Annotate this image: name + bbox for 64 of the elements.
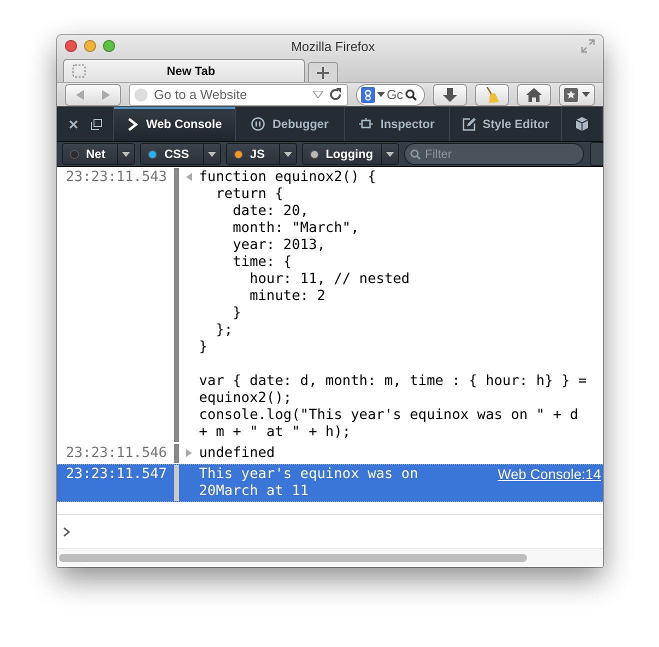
scrollbar-thumb[interactable] <box>59 554 527 562</box>
pencil-icon <box>462 117 476 131</box>
category-bar <box>174 465 179 501</box>
devtools-tab[interactable]: Inspector <box>345 107 450 141</box>
google-icon <box>360 86 375 102</box>
timestamp: 23:23:11.547 <box>64 465 168 484</box>
prompt-icon <box>63 526 70 536</box>
reload-icon[interactable] <box>328 88 342 101</box>
message-text: This year's equinox was on 20March at 11 <box>199 465 420 501</box>
caret-icon <box>582 92 590 97</box>
caret-icon <box>284 152 292 156</box>
search-field[interactable]: Gc <box>356 84 425 106</box>
timestamp: 23:23:11.543 <box>64 168 168 187</box>
url-field[interactable]: Go to a Website <box>129 84 348 106</box>
new-tab-button[interactable] <box>308 62 338 82</box>
filter-button[interactable]: JS <box>226 143 297 165</box>
down-arrow-icon <box>443 88 457 102</box>
pause-icon <box>251 117 266 131</box>
message-text: undefined <box>199 444 275 463</box>
right-triangle-icon <box>186 449 192 457</box>
caret-icon <box>376 92 385 97</box>
back-icon <box>76 90 84 100</box>
close-button[interactable] <box>65 40 77 52</box>
tab-favicon-icon <box>72 64 86 78</box>
zoom-button[interactable] <box>103 40 115 52</box>
caret-icon <box>122 152 130 156</box>
code-text: function equinox2() { return { date: 20, month: "March", year: 2013, time: { hour: 11, // nested minute: 2 } }; } var { date: d, month: m, time : { hour: h} } = equinox2(); console.log("This year's equinox was on " + d + m + " at " + h); <box>199 168 587 442</box>
minimize-button[interactable] <box>84 40 96 52</box>
dropdown-triangle-icon <box>312 91 323 98</box>
back-forward-button[interactable] <box>65 84 121 106</box>
timestamp: 23:23:11.546 <box>64 444 168 463</box>
close-icon[interactable] <box>68 120 78 128</box>
browser-tab[interactable]: New Tab <box>63 59 305 82</box>
console-message[interactable]: 23:23:11.547 This year's equinox was on 20March at 11 Web Console:14 <box>57 464 603 502</box>
search-text: Gc <box>386 87 404 102</box>
forward-icon <box>102 90 110 100</box>
home-icon <box>526 88 542 102</box>
broom-icon <box>485 86 499 102</box>
globe-icon <box>134 88 148 102</box>
search-icon <box>405 88 418 100</box>
caret-icon <box>208 152 216 156</box>
cube-icon[interactable] <box>574 116 590 132</box>
plus-icon <box>317 66 329 78</box>
filter-button[interactable]: CSS <box>140 143 222 165</box>
star-icon <box>564 88 578 102</box>
bookmarks-button[interactable] <box>559 84 595 106</box>
frame-icon <box>359 118 374 130</box>
filter-field[interactable]: Filter <box>404 143 584 165</box>
category-bar <box>174 444 179 463</box>
source-link[interactable]: Web Console:14 <box>490 465 603 501</box>
broom-button[interactable] <box>475 84 509 106</box>
filter-button[interactable]: Net <box>62 143 136 165</box>
devtools-tab[interactable]: Style Editor <box>450 107 562 141</box>
left-triangle-icon <box>186 173 192 181</box>
home-button[interactable] <box>517 84 551 106</box>
search-icon <box>410 148 422 160</box>
undock-icon[interactable] <box>90 118 102 130</box>
devtools-tab[interactable]: Debugger <box>236 107 345 141</box>
filter-button[interactable]: Logging <box>302 143 400 165</box>
window-title: Mozilla Firefox <box>290 38 376 54</box>
caret-icon <box>386 152 394 156</box>
devtools-tab[interactable]: Web Console <box>114 107 236 141</box>
download-button[interactable] <box>433 84 467 106</box>
chevron-icon <box>127 118 140 130</box>
